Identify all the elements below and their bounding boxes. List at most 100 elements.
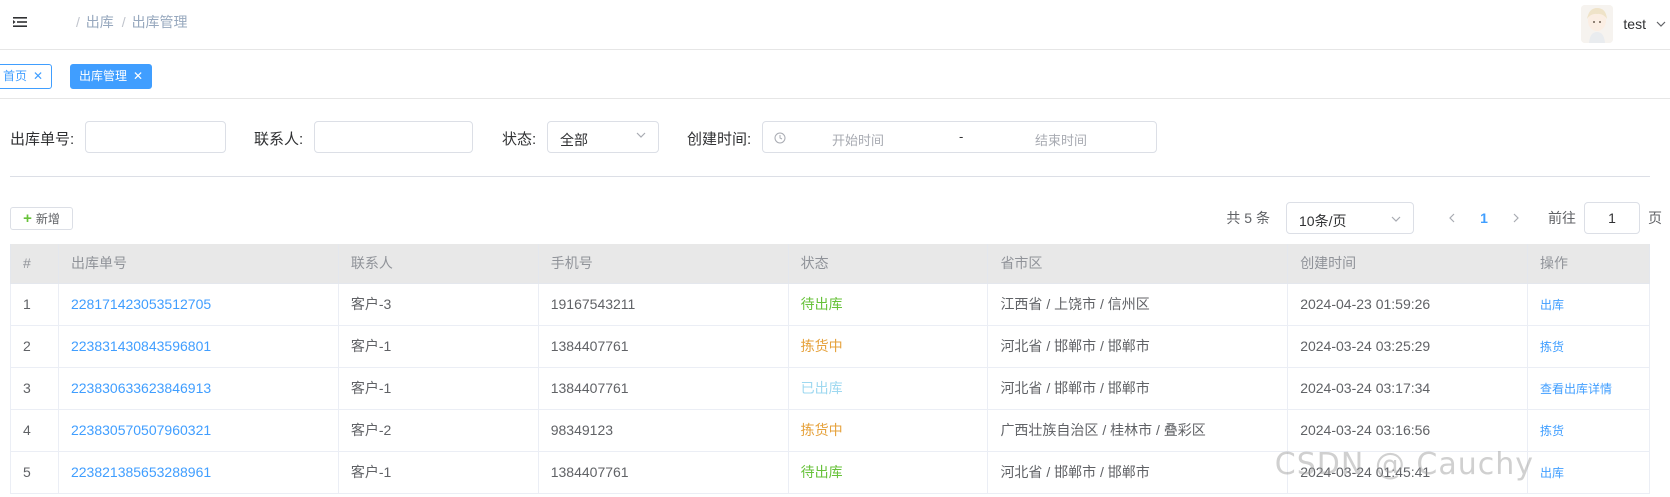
- cell-created: 2024-03-24 03:16:56: [1287, 408, 1529, 452]
- order-no-input[interactable]: [85, 121, 226, 153]
- row-action-button[interactable]: 出库: [1527, 282, 1650, 326]
- clock-icon: [774, 132, 786, 144]
- status-badge: 已出库: [787, 366, 989, 410]
- cell-phone: 1384407761: [537, 324, 789, 368]
- cell-created: 2024-03-24 03:17:34: [1287, 366, 1529, 410]
- order-no-link[interactable]: 223831430843596801: [57, 324, 339, 368]
- username[interactable]: test: [1623, 16, 1646, 32]
- breadcrumb-item-outbound-manage: / 出库管理: [121, 14, 188, 30]
- table-row: 1 228171423053512705 客户-3 19167543211 待出…: [10, 282, 1650, 326]
- col-header-order-no: 出库单号: [57, 244, 339, 284]
- row-action-button[interactable]: 拣货: [1527, 324, 1650, 368]
- start-time-input[interactable]: 开始时间: [832, 130, 884, 149]
- col-header-actions: 操作: [1527, 244, 1650, 284]
- next-page-button[interactable]: [1500, 210, 1532, 226]
- tag-home-label: 首页: [3, 69, 28, 83]
- tags-view: 首页 ✕ 出库管理 ✕: [0, 50, 1670, 99]
- table-header-row: # 出库单号 联系人 手机号 状态 省市区 创建时间 操作: [10, 244, 1650, 284]
- menu-fold-icon[interactable]: [12, 14, 28, 30]
- top-navbar: / 出库 / 出库管理 test: [0, 0, 1670, 50]
- cell-phone: 98349123: [537, 408, 789, 452]
- cell-region: 河北省 / 邯郸市 / 邯郸市: [987, 450, 1289, 494]
- row-action-button[interactable]: 出库: [1527, 450, 1650, 494]
- cell-contact: 客户-2: [337, 408, 539, 452]
- chevron-right-icon: [1513, 213, 1519, 223]
- avatar-image: [1581, 5, 1614, 43]
- cell-phone: 19167543211: [537, 282, 789, 326]
- add-button[interactable]: + 新增: [10, 207, 73, 230]
- cell-region: 河北省 / 邯郸市 / 邯郸市: [987, 324, 1289, 368]
- page-suffix: 页: [1648, 210, 1662, 226]
- cell-index: 1: [10, 282, 59, 326]
- range-separator: -: [959, 129, 964, 144]
- cell-created: 2024-03-24 03:25:29: [1287, 324, 1529, 368]
- prev-page-button[interactable]: [1436, 210, 1468, 226]
- avatar[interactable]: [1581, 5, 1614, 43]
- goto-page-input[interactable]: 1: [1584, 202, 1640, 234]
- pagination-total: 共 5 条: [1226, 210, 1270, 226]
- user-menu[interactable]: test: [1581, 4, 1670, 44]
- col-header-status: 状态: [787, 244, 989, 284]
- form-divider: [10, 176, 1650, 177]
- cell-phone: 1384407761: [537, 366, 789, 410]
- order-no-link[interactable]: 223821385653288961: [57, 450, 339, 494]
- search-form: 出库单号: 联系人: 状态: 全部 创建时间: 开始时间 - 结束时间: [10, 121, 1660, 153]
- pagination: 共 5 条 10条/页 1 前往 1 页: [1226, 202, 1662, 234]
- breadcrumb: / 出库 / 出库管理: [76, 12, 188, 32]
- row-action-button[interactable]: 拣货: [1527, 408, 1650, 452]
- chevron-down-icon: [1391, 216, 1401, 222]
- chevron-left-icon: [1449, 213, 1455, 223]
- tag-active-label: 出库管理: [79, 69, 128, 83]
- col-header-index: #: [10, 244, 59, 284]
- cell-region: 河北省 / 邯郸市 / 邯郸市: [987, 366, 1289, 410]
- cell-index: 5: [10, 450, 59, 494]
- cell-contact: 客户-3: [337, 282, 539, 326]
- add-button-label: 新增: [35, 212, 60, 226]
- page-size-select[interactable]: 10条/页: [1286, 202, 1414, 234]
- cell-region: 广西壮族自治区 / 桂林市 / 叠彩区: [987, 408, 1289, 452]
- contact-label: 联系人:: [254, 131, 304, 148]
- end-time-input[interactable]: 结束时间: [1035, 130, 1087, 149]
- table-row: 4 223830570507960321 客户-2 98349123 拣货中 广…: [10, 408, 1650, 452]
- page-size-value: 10条/页: [1299, 213, 1347, 229]
- status-badge: 拣货中: [787, 408, 989, 452]
- tag-outbound-manage[interactable]: 出库管理 ✕: [70, 64, 153, 89]
- cell-contact: 客户-1: [337, 450, 539, 494]
- order-no-link[interactable]: 223830633623846913: [57, 366, 339, 410]
- cell-created: 2024-04-23 01:59:26: [1287, 282, 1529, 326]
- cell-phone: 1384407761: [537, 450, 789, 494]
- cell-index: 2: [10, 324, 59, 368]
- status-select[interactable]: 全部: [547, 121, 659, 153]
- close-icon[interactable]: ✕: [33, 65, 43, 88]
- chevron-down-icon: [636, 132, 646, 138]
- cell-index: 3: [10, 366, 59, 410]
- table-row: 2 223831430843596801 客户-1 1384407761 拣货中…: [10, 324, 1650, 368]
- created-time-label: 创建时间:: [687, 131, 752, 148]
- status-select-value: 全部: [560, 132, 588, 148]
- cell-contact: 客户-1: [337, 324, 539, 368]
- order-no-link[interactable]: 223830570507960321: [57, 408, 339, 452]
- status-badge: 拣货中: [787, 324, 989, 368]
- contact-input[interactable]: [314, 121, 473, 153]
- cell-index: 4: [10, 408, 59, 452]
- chevron-down-icon[interactable]: [1656, 19, 1666, 29]
- watermark: CSDN @ Cauchy: [1274, 447, 1534, 482]
- plus-icon: +: [23, 210, 32, 227]
- order-no-label: 出库单号:: [10, 131, 75, 148]
- status-badge: 待出库: [787, 450, 989, 494]
- status-label: 状态:: [502, 131, 537, 148]
- goto-label: 前往: [1548, 210, 1576, 226]
- breadcrumb-item-outbound[interactable]: / 出库: [76, 12, 114, 32]
- col-header-region: 省市区: [987, 244, 1289, 284]
- status-badge: 待出库: [787, 282, 989, 326]
- tag-home[interactable]: 首页 ✕: [0, 64, 53, 89]
- page-number-current[interactable]: 1: [1468, 210, 1500, 226]
- row-action-button[interactable]: 查看出库详情: [1527, 366, 1650, 410]
- table-row: 3 223830633623846913 客户-1 1384407761 已出库…: [10, 366, 1650, 410]
- col-header-phone: 手机号: [537, 244, 789, 284]
- cell-region: 江西省 / 上饶市 / 信州区: [987, 282, 1289, 326]
- close-icon[interactable]: ✕: [133, 65, 143, 88]
- order-no-link[interactable]: 228171423053512705: [57, 282, 339, 326]
- date-range-picker[interactable]: 开始时间 - 结束时间: [762, 121, 1157, 153]
- col-header-created: 创建时间: [1287, 244, 1529, 284]
